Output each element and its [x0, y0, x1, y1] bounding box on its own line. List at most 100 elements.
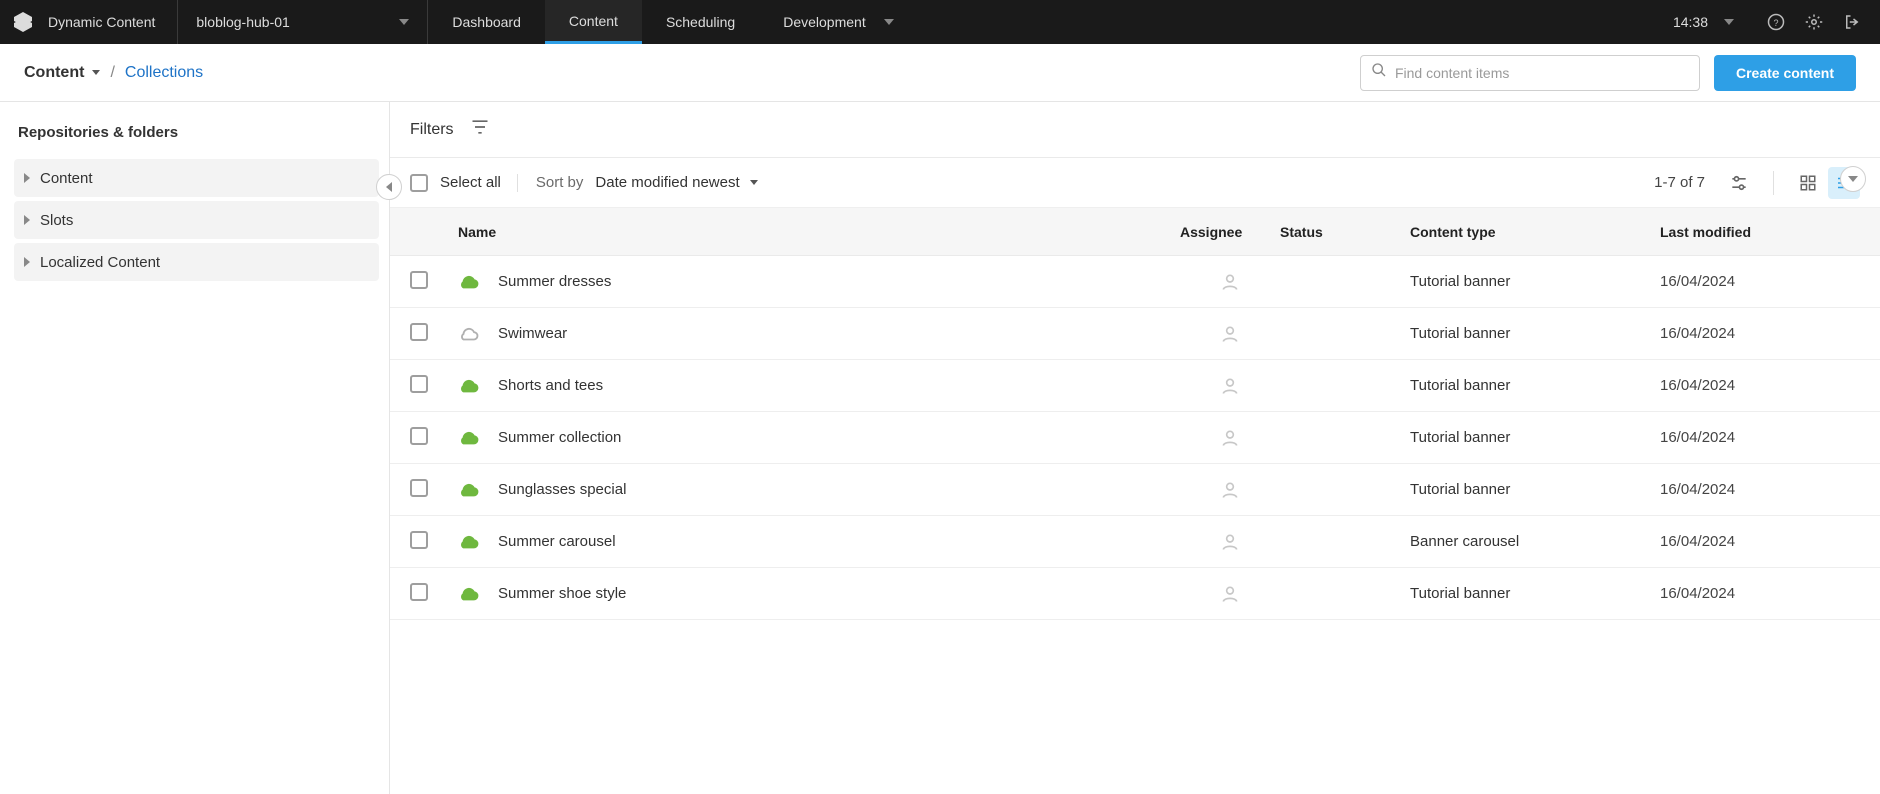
clock[interactable]: 14:38	[1673, 14, 1752, 30]
svg-text:?: ?	[1773, 18, 1778, 28]
row-name: Summer collection	[498, 429, 621, 446]
tab-development-label: Development	[783, 14, 866, 30]
table-row[interactable]: Summer carousel Banner carousel 16/04/20…	[390, 516, 1880, 568]
content-collapse-button[interactable]	[1840, 166, 1866, 192]
row-content-type: Tutorial banner	[1410, 481, 1660, 498]
table-row[interactable]: Swimwear Tutorial banner 16/04/2024	[390, 308, 1880, 360]
sub-bar: Content / Collections Create content	[0, 44, 1880, 102]
table-row[interactable]: Summer shoe style Tutorial banner 16/04/…	[390, 568, 1880, 620]
breadcrumb-collections[interactable]: Collections	[125, 64, 203, 82]
brand-logo-icon	[10, 9, 36, 35]
select-all[interactable]: Select all	[410, 174, 518, 192]
top-bar: Dynamic Content bloblog-hub-01 Dashboard…	[0, 0, 1880, 44]
clock-time: 14:38	[1673, 14, 1708, 30]
row-checkbox[interactable]	[410, 271, 428, 289]
chevron-down-icon	[92, 70, 100, 75]
sort-value: Date modified newest	[595, 174, 757, 191]
row-content-type: Banner carousel	[1410, 533, 1660, 550]
assignee-none-icon	[1180, 584, 1280, 604]
main: Repositories & folders Content Slots Loc…	[0, 102, 1880, 794]
row-name: Sunglasses special	[498, 481, 626, 498]
row-checkbox[interactable]	[410, 427, 428, 445]
filters-bar: Filters	[390, 102, 1880, 158]
row-checkbox[interactable]	[410, 375, 428, 393]
table-row[interactable]: Summer dresses Tutorial banner 16/04/202…	[390, 256, 1880, 308]
sidebar-item-content[interactable]: Content	[14, 159, 379, 197]
filter-icon[interactable]	[470, 117, 490, 142]
hub-name: bloblog-hub-01	[196, 14, 289, 30]
settings-sliders-icon[interactable]	[1723, 167, 1755, 199]
col-assignee: Assignee	[1180, 224, 1280, 240]
tab-scheduling-label: Scheduling	[666, 14, 735, 30]
sidebar-item-localized[interactable]: Localized Content	[14, 243, 379, 281]
chevron-down-icon	[750, 180, 758, 185]
row-name: Summer dresses	[498, 273, 611, 290]
top-nav: Dashboard Content Scheduling Development	[428, 0, 917, 44]
cloud-icon	[458, 583, 480, 605]
row-last-modified: 16/04/2024	[1660, 325, 1860, 342]
row-last-modified: 16/04/2024	[1660, 585, 1860, 602]
logout-icon[interactable]	[1838, 8, 1866, 36]
sidebar-item-slots[interactable]: Slots	[14, 201, 379, 239]
select-all-label: Select all	[440, 174, 501, 191]
row-checkbox[interactable]	[410, 479, 428, 497]
row-content-type: Tutorial banner	[1410, 325, 1660, 342]
search-field[interactable]	[1360, 55, 1700, 91]
col-name: Name	[458, 224, 1180, 240]
row-name: Summer carousel	[498, 533, 616, 550]
cloud-icon	[458, 479, 480, 501]
table-row[interactable]: Summer collection Tutorial banner 16/04/…	[390, 412, 1880, 464]
assignee-none-icon	[1180, 376, 1280, 396]
row-checkbox[interactable]	[410, 323, 428, 341]
table-row[interactable]: Sunglasses special Tutorial banner 16/04…	[390, 464, 1880, 516]
row-last-modified: 16/04/2024	[1660, 481, 1860, 498]
row-name: Shorts and tees	[498, 377, 603, 394]
breadcrumb-content[interactable]: Content	[24, 64, 100, 82]
help-icon[interactable]: ?	[1762, 8, 1790, 36]
search-icon	[1371, 62, 1387, 83]
tab-dashboard[interactable]: Dashboard	[428, 0, 545, 44]
sort-control[interactable]: Sort by Date modified newest	[536, 174, 758, 191]
cloud-icon	[458, 427, 480, 449]
grid-view-icon[interactable]	[1792, 167, 1824, 199]
sort-by-label: Sort by	[536, 174, 584, 191]
tab-scheduling[interactable]: Scheduling	[642, 0, 759, 44]
row-content-type: Tutorial banner	[1410, 429, 1660, 446]
gear-icon[interactable]	[1800, 8, 1828, 36]
toolbar: Select all Sort by Date modified newest …	[390, 158, 1880, 208]
content-area: Filters Select all Sort by Date modified…	[390, 102, 1880, 794]
row-last-modified: 16/04/2024	[1660, 273, 1860, 290]
tab-content-label: Content	[569, 13, 618, 29]
brand-title: Dynamic Content	[48, 14, 155, 30]
row-last-modified: 16/04/2024	[1660, 377, 1860, 394]
row-name: Swimwear	[498, 325, 567, 342]
filters-label: Filters	[410, 121, 454, 139]
row-checkbox[interactable]	[410, 583, 428, 601]
select-all-checkbox[interactable]	[410, 174, 428, 192]
col-content-type: Content type	[1410, 224, 1660, 240]
assignee-none-icon	[1180, 272, 1280, 292]
chevron-right-icon	[24, 173, 30, 183]
assignee-none-icon	[1180, 324, 1280, 344]
search-input[interactable]	[1395, 65, 1689, 81]
row-last-modified: 16/04/2024	[1660, 533, 1860, 550]
sort-value-text: Date modified newest	[595, 174, 739, 191]
row-checkbox[interactable]	[410, 531, 428, 549]
hub-selector[interactable]: bloblog-hub-01	[178, 0, 428, 44]
chevron-down-icon	[1724, 19, 1734, 25]
assignee-none-icon	[1180, 480, 1280, 500]
create-content-button[interactable]: Create content	[1714, 55, 1856, 91]
table-body: Summer dresses Tutorial banner 16/04/202…	[390, 256, 1880, 620]
assignee-none-icon	[1180, 532, 1280, 552]
table-header: Name Assignee Status Content type Last m…	[390, 208, 1880, 256]
tab-content[interactable]: Content	[545, 0, 642, 44]
chevron-down-icon	[399, 19, 409, 25]
assignee-none-icon	[1180, 428, 1280, 448]
row-content-type: Tutorial banner	[1410, 585, 1660, 602]
tab-development[interactable]: Development	[759, 0, 918, 44]
row-name: Summer shoe style	[498, 585, 626, 602]
sidebar-item-label: Localized Content	[40, 254, 160, 271]
table-row[interactable]: Shorts and tees Tutorial banner 16/04/20…	[390, 360, 1880, 412]
breadcrumb-separator: /	[110, 64, 114, 82]
cloud-icon	[458, 271, 480, 293]
